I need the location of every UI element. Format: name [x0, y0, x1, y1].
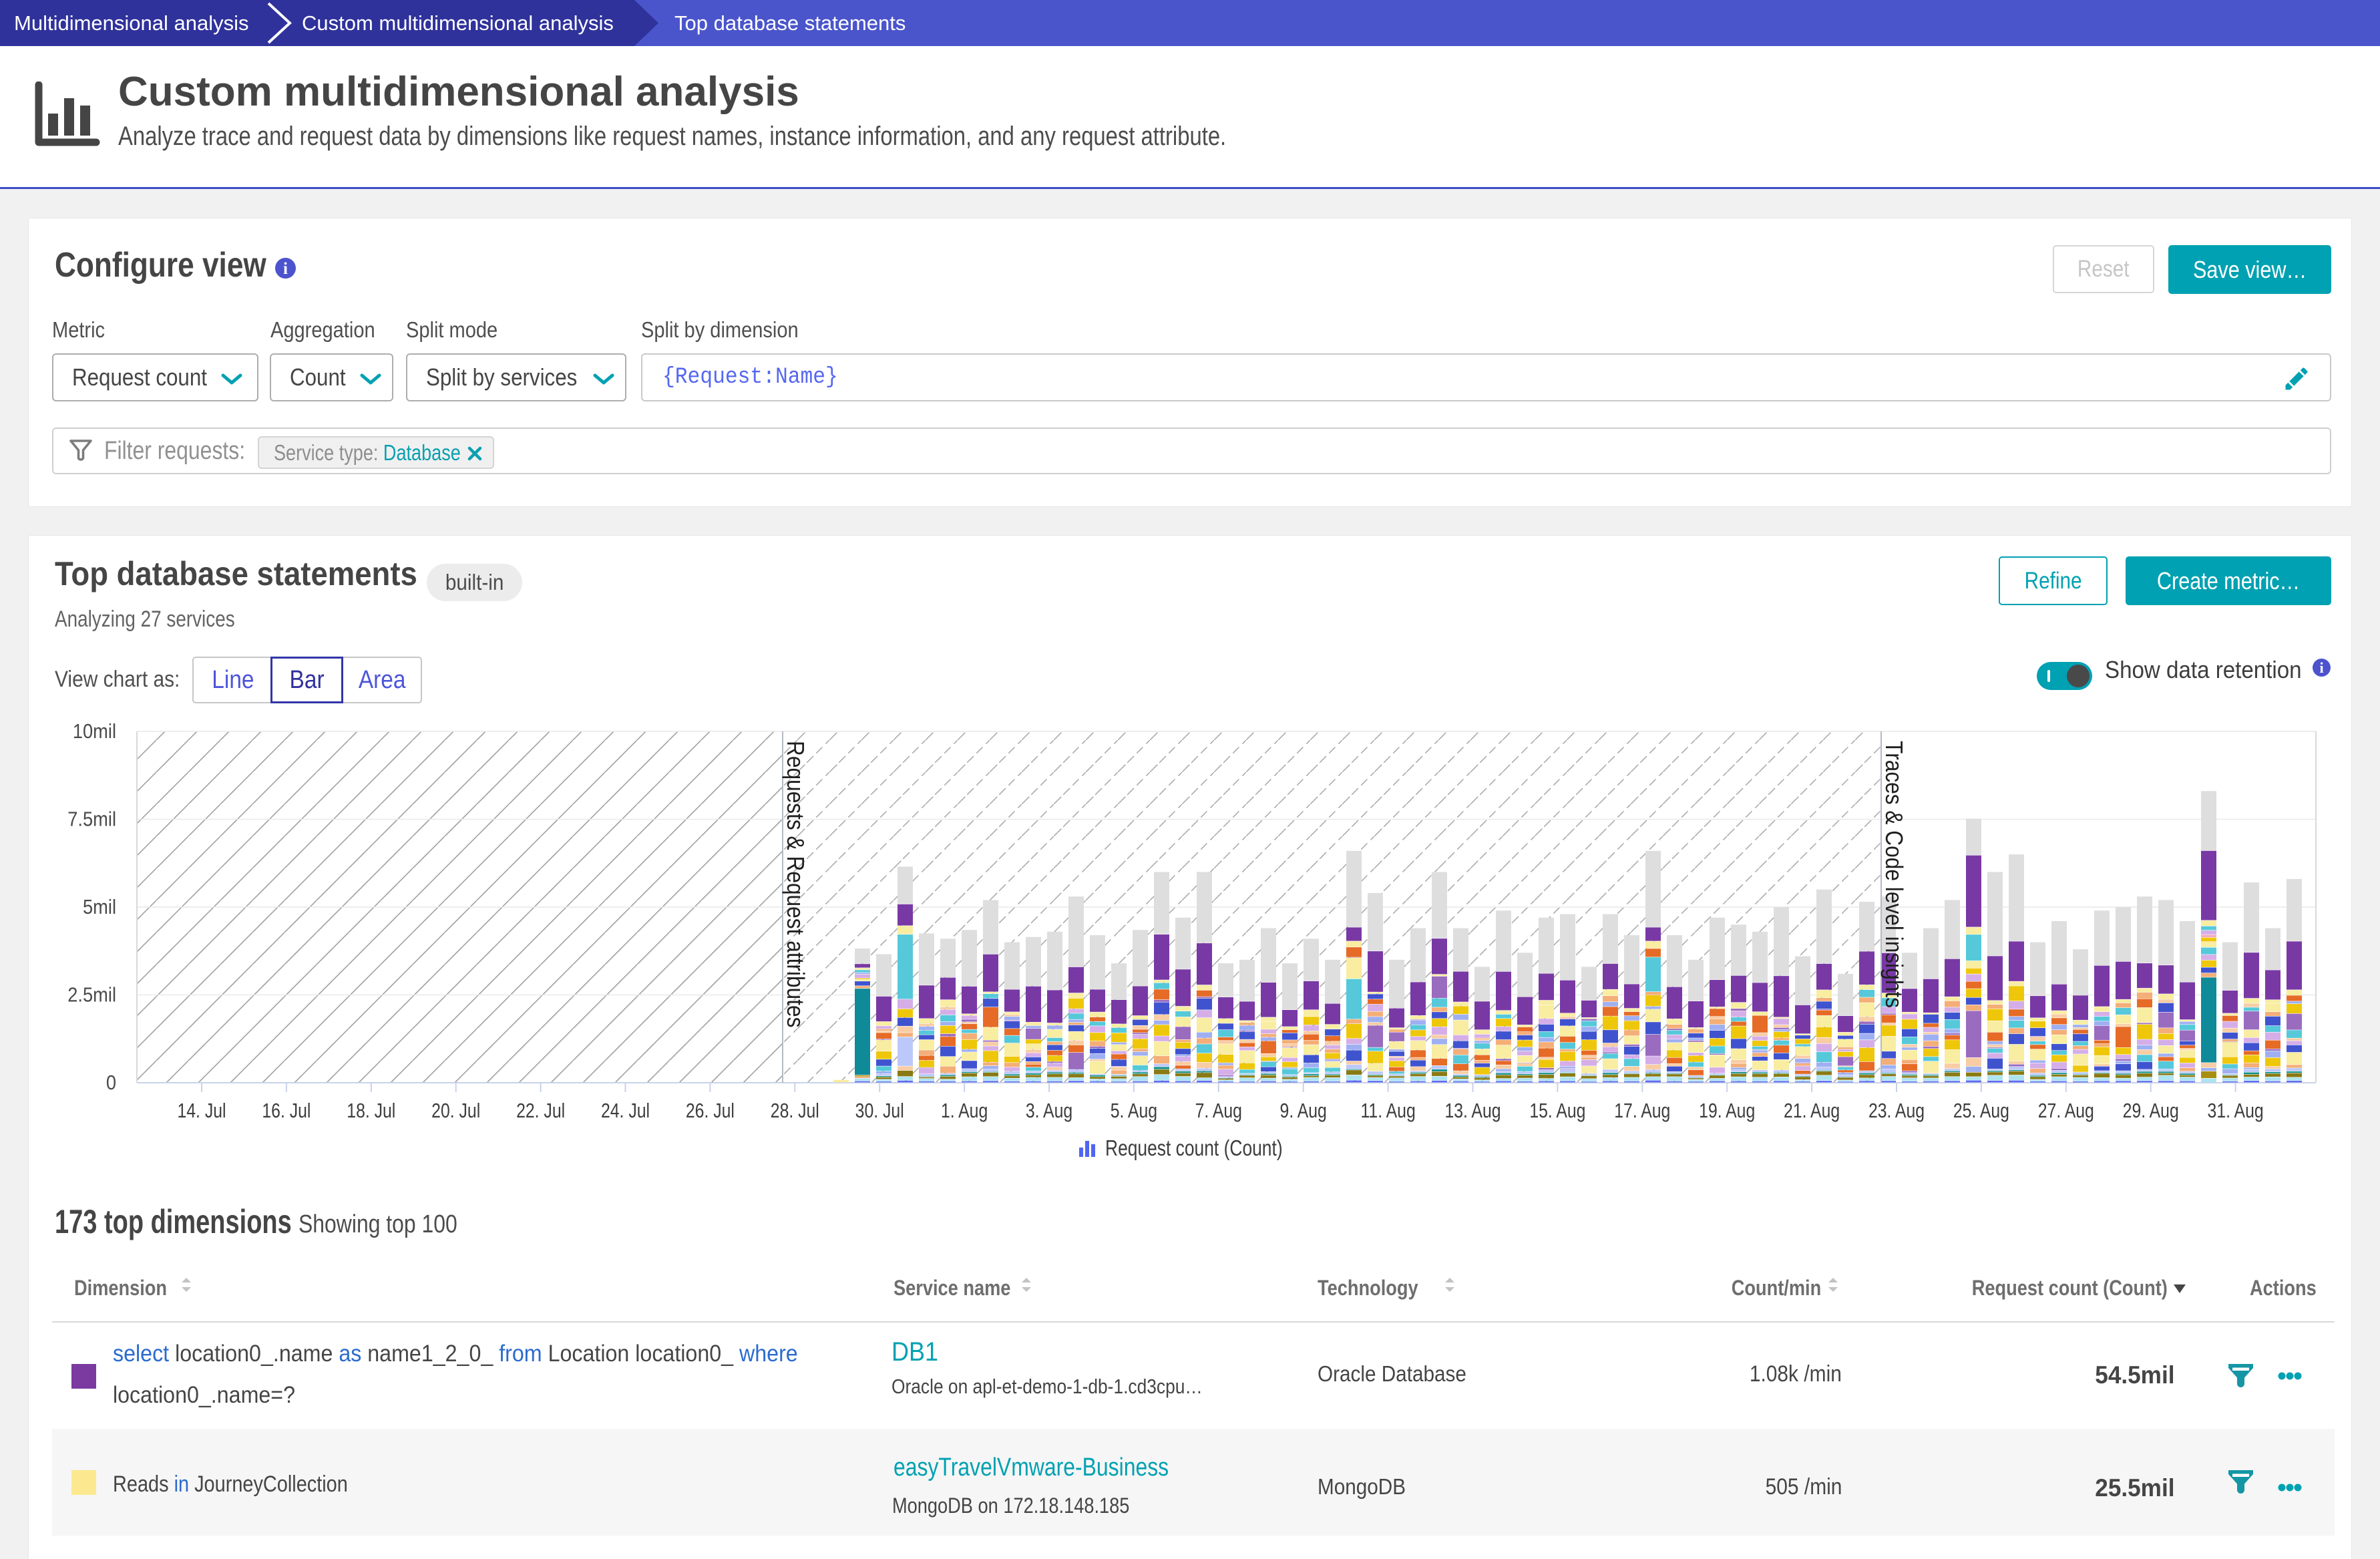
svg-text:24. Jul: 24. Jul	[601, 1099, 650, 1121]
svg-text:30. Jul: 30. Jul	[855, 1099, 904, 1121]
svg-text:27. Aug: 27. Aug	[2038, 1099, 2094, 1121]
svg-text:29. Aug: 29. Aug	[2123, 1099, 2179, 1121]
svg-text:i: i	[2319, 659, 2323, 676]
svg-text:21. Aug: 21. Aug	[1784, 1099, 1840, 1121]
svg-text:5. Aug: 5. Aug	[1111, 1099, 1157, 1121]
svg-text:11. Aug: 11. Aug	[1360, 1099, 1415, 1121]
svg-text:17. Aug: 17. Aug	[1614, 1099, 1670, 1121]
svg-text:25. Aug: 25. Aug	[1953, 1099, 2009, 1121]
svg-text:31. Aug: 31. Aug	[2208, 1099, 2264, 1121]
svg-text:7. Aug: 7. Aug	[1195, 1099, 1242, 1121]
svg-text:20. Jul: 20. Jul	[431, 1099, 480, 1121]
svg-text:10mil: 10mil	[73, 720, 116, 743]
svg-text:23. Aug: 23. Aug	[1868, 1099, 1925, 1121]
svg-text:14. Jul: 14. Jul	[177, 1099, 226, 1121]
svg-text:16. Jul: 16. Jul	[262, 1099, 311, 1121]
svg-text:9. Aug: 9. Aug	[1280, 1099, 1327, 1121]
svg-text:28. Jul: 28. Jul	[771, 1099, 819, 1121]
svg-text:Requests & Request attributes: Requests & Request attributes	[782, 741, 809, 1027]
svg-text:22. Jul: 22. Jul	[516, 1099, 565, 1121]
svg-text:15. Aug: 15. Aug	[1529, 1099, 1585, 1121]
svg-text:1. Aug: 1. Aug	[941, 1099, 988, 1121]
svg-text:2.5mil: 2.5mil	[67, 984, 116, 1007]
svg-text:i: i	[283, 260, 288, 278]
svg-text:19. Aug: 19. Aug	[1699, 1099, 1755, 1121]
svg-text:18. Jul: 18. Jul	[347, 1099, 395, 1121]
svg-text:0: 0	[106, 1071, 116, 1094]
svg-text:7.5mil: 7.5mil	[67, 808, 116, 831]
svg-text:3. Aug: 3. Aug	[1026, 1099, 1072, 1121]
svg-text:Traces & Code level insights: Traces & Code level insights	[1880, 741, 1907, 1008]
svg-text:13. Aug: 13. Aug	[1444, 1099, 1501, 1121]
svg-text:26. Jul: 26. Jul	[686, 1099, 735, 1121]
svg-text:5mil: 5mil	[83, 896, 116, 918]
